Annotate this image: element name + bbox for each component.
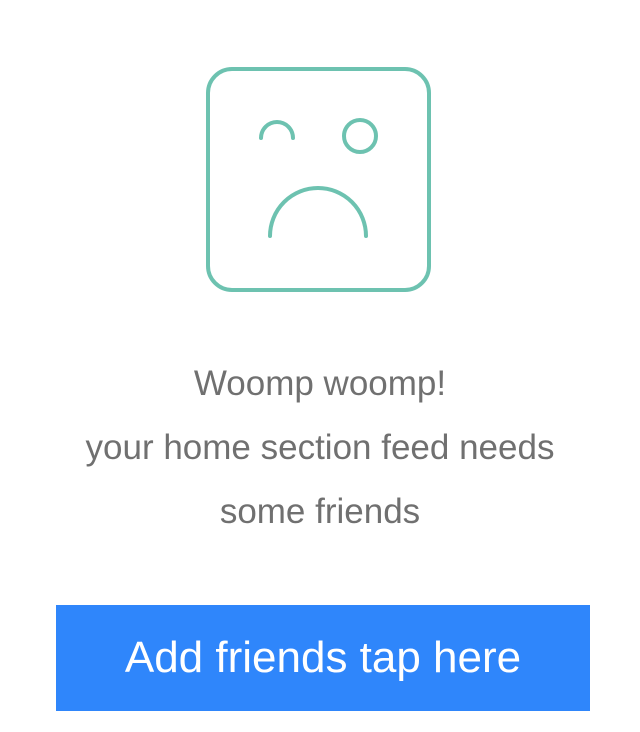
message-line-1: your home section feed needs bbox=[85, 428, 555, 467]
empty-feed-message: Woomp woomp! your home section feed need… bbox=[0, 352, 640, 544]
message-line-2: some friends bbox=[219, 492, 421, 531]
add-friends-button[interactable]: Add friends tap here bbox=[56, 605, 590, 711]
message-title: Woomp woomp! bbox=[193, 364, 447, 403]
sad-face-icon bbox=[205, 66, 432, 293]
